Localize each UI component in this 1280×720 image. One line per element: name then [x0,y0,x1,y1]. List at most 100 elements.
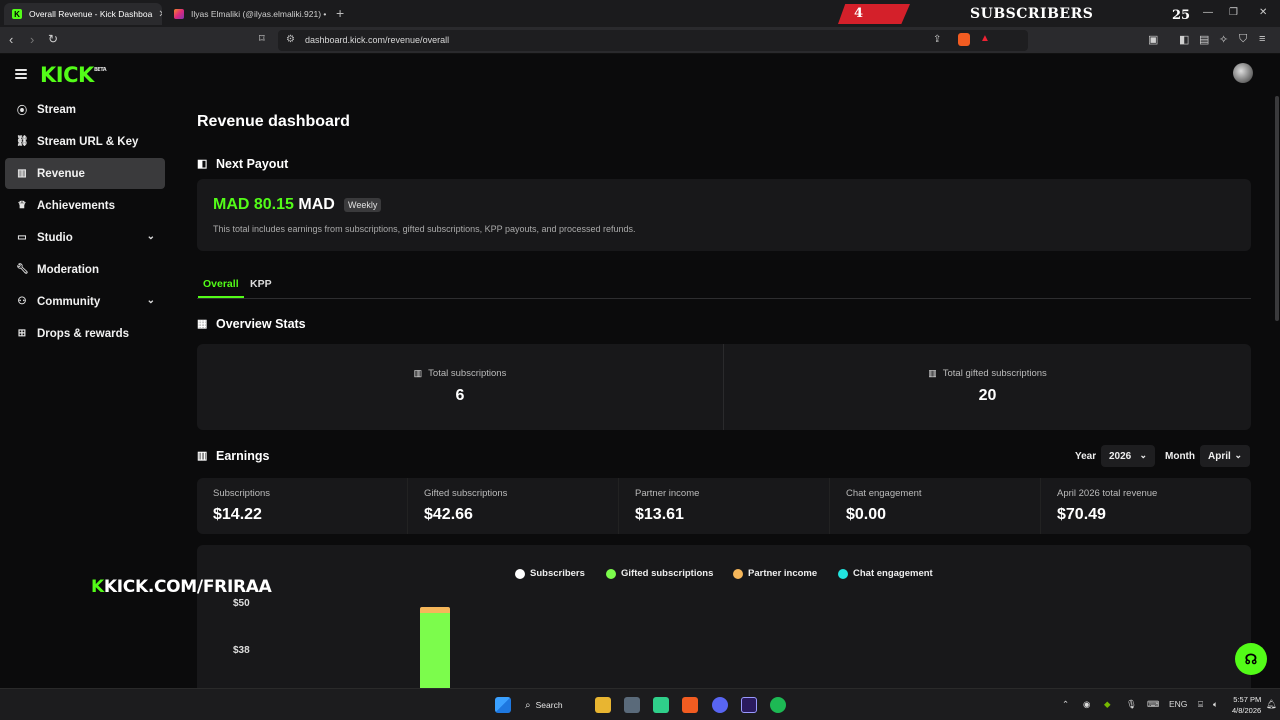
wrench-icon: 🔧︎ [16,264,29,275]
overview-stats-card: ▥ Total subscriptions 6 ▥ Total gifted sub… [197,344,1251,430]
close-tab-icon[interactable]: ✕ [152,9,162,20]
bar-gifted-subscriptions[interactable] [420,613,450,688]
month-label: Month [1165,451,1195,462]
tab-title: Overall Revenue - Kick Dashboa [29,9,153,19]
page-scrollbar[interactable] [1275,96,1279,321]
brave-shields-icon[interactable] [958,33,970,46]
url-bar[interactable]: ⚙ dashboard.kick.com/revenue/overall ⇪ ▲ [278,30,1028,51]
tab-kpp[interactable]: KPP [250,278,272,290]
chevron-down-icon[interactable]: ⌄ [147,231,155,242]
taskbar-search[interactable]: ⌕ Search [525,695,577,715]
sidebar-item-moderation[interactable]: 🔧︎ Moderation [5,254,165,285]
kick-favicon-icon: K [12,9,22,19]
browser-tab-kick[interactable]: K Overall Revenue - Kick Dashboa ✕ [4,3,162,25]
premiere-pro-icon[interactable] [741,697,757,713]
share-icon[interactable]: ⇪ [933,34,941,45]
year-select[interactable]: 2026 ⌄ [1101,445,1155,467]
leo-ai-icon[interactable]: ✧ [1219,33,1228,46]
earnings-value: $42.66 [424,506,473,523]
menu-icon[interactable]: ≡ [1259,33,1265,45]
split-view-icon[interactable]: ◧ [1179,33,1189,46]
file-explorer-icon[interactable] [595,697,611,713]
keyboard-icon[interactable]: ⌨ [1147,699,1159,710]
browser-tab-bar: K Overall Revenue - Kick Dashboa ✕ Ilyas… [0,0,1280,27]
discord-icon[interactable] [712,697,728,713]
back-icon[interactable]: ‹ [9,32,13,47]
minimize-icon[interactable]: — [1203,7,1213,18]
legend-gifted-subscriptions[interactable]: Gifted subscriptions [606,568,713,579]
chevron-down-icon: ⌄ [1234,450,1242,460]
brave-rewards-icon[interactable]: ▲ [980,33,990,44]
app-icon[interactable] [653,697,669,713]
earnings-chart: Subscribers Gifted subscriptions Partner… [197,545,1251,688]
overlay-sub-count-left: 4 [854,6,864,21]
hamburger-menu-icon[interactable] [15,69,27,79]
section-title: Overview Stats [216,317,306,331]
payout-amount: MAD 80.15 MAD [213,196,335,214]
stats-icon: ▦ [197,318,208,330]
month-select[interactable]: April ⌄ [1200,445,1250,467]
legend-chat-engagement[interactable]: Chat engagement [838,568,933,579]
sidebar-item-stream[interactable]: ⦿ Stream [5,94,165,125]
support-chat-button[interactable]: ☊ [1235,643,1267,675]
maximize-icon[interactable]: ❐ [1229,7,1238,18]
browser-tab-instagram[interactable]: Ilyas Elmaliki (@ilyas.elmaliki.921) • I [166,3,326,25]
legend-partner-income[interactable]: Partner income [733,568,817,579]
new-tab-button[interactable]: + [336,5,344,21]
kick-logo[interactable]: KICK BETA [40,63,107,87]
site-info-icon[interactable]: ⚙ [286,34,295,45]
tray-expand-icon[interactable]: ⌃ [1062,699,1069,710]
earnings-value: $70.49 [1057,506,1106,523]
stat-value: 20 [978,387,997,404]
earnings-value: $0.00 [846,506,887,523]
sidebar-item-achievements[interactable]: ♛ Achievements [5,190,165,221]
sidebar-item-revenue[interactable]: ▥ Revenue [5,158,165,189]
language-indicator[interactable]: ENG [1169,699,1187,709]
spotify-icon[interactable] [770,697,786,713]
beta-tag: BETA [94,67,107,73]
earnings-partner-income: Partner income $13.61 [619,478,830,534]
sidebar-item-label: Moderation [37,263,99,276]
forward-icon[interactable]: › [30,32,34,47]
notification-icon[interactable]: 🔔︎ [1266,699,1277,710]
network-icon[interactable]: ⌸ [1198,699,1203,710]
sidebar-item-stream-url-key[interactable]: ⛓ Stream URL & Key [5,126,165,157]
revenue-tabs: Overall KPP [197,276,1251,299]
windows-taskbar: ⌕ Search ⌃ ◉ ◆ 🎙︎ ⌨ ENG ⌸ 🔈︎ 5:57 PM 4/8… [0,688,1280,720]
earnings-subscriptions: Subscriptions $14.22 [197,478,408,534]
reload-icon[interactable]: ↻ [48,32,58,46]
sidebar-item-studio[interactable]: ▭ Studio ⌄ [5,222,165,253]
microphone-icon[interactable]: 🎙︎ [1126,699,1137,710]
wallet-icon[interactable]: ▤ [1199,33,1209,46]
window-close-icon[interactable]: ✕ [1259,7,1267,18]
payout-currency: MAD [298,196,335,213]
total-gifted-subscriptions-stat: ▥ Total gifted subscriptions 20 [724,344,1251,430]
tray-app-icon[interactable]: ◉ [1083,699,1090,710]
clock-time: 5:57 PM [1233,695,1262,704]
sidebar-item-community[interactable]: ⚇ Community ⌄ [5,286,165,317]
search-icon: ⌕ [525,699,531,711]
chart-icon: ▥ [413,368,423,378]
avatar[interactable] [1233,63,1253,83]
stat-label-row: ▥ Total gifted subscriptions [724,368,1251,379]
sidebar-item-label: Drops & rewards [37,327,130,340]
sidebar-toggle-icon[interactable]: ▣ [1148,33,1158,46]
url-text[interactable]: dashboard.kick.com/revenue/overall [305,35,449,45]
windows-start-icon[interactable] [495,697,511,713]
legend-subscribers[interactable]: Subscribers [515,568,585,579]
wallet-icon: ◧ [197,158,208,170]
vpn-icon[interactable]: ⛉ [1239,33,1247,46]
system-clock[interactable]: 5:57 PM 4/8/2026 [1232,694,1261,716]
y-tick-label: $38 [233,645,250,656]
volume-icon[interactable]: 🔈︎ [1213,699,1218,710]
tab-overall[interactable]: Overall [198,278,244,298]
tab-title: Ilyas Elmaliki (@ilyas.elmaliki.921) • I [191,9,326,19]
bookmark-icon[interactable]: ⌑ [259,32,265,45]
chevron-down-icon[interactable]: ⌄ [147,295,155,306]
sidebar-item-drops-rewards[interactable]: ⊞ Drops & rewards [5,318,165,349]
page-title: Revenue dashboard [197,113,350,130]
nvidia-icon[interactable]: ◆ [1104,699,1111,710]
year-label: Year [1075,451,1097,462]
brave-browser-icon[interactable] [682,697,698,713]
snipping-tool-icon[interactable] [624,697,640,713]
